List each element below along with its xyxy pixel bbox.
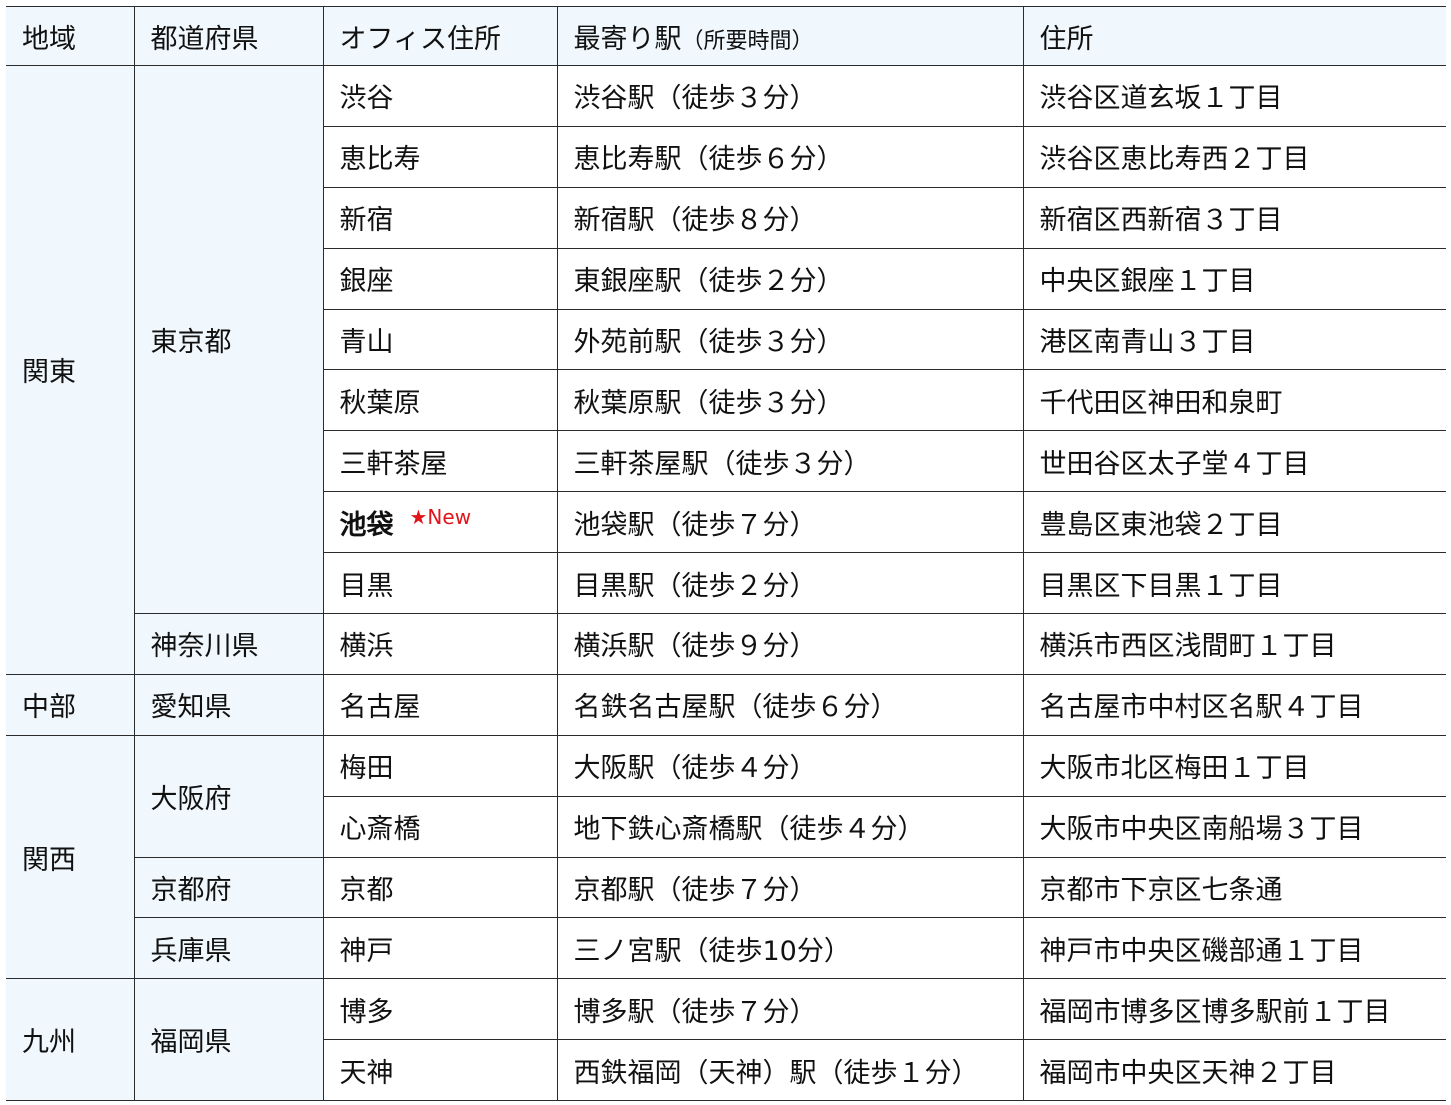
address-cell: 千代田区神田和泉町 (1022, 369, 1446, 432)
address-cell: 福岡市博多区博多駅前１丁目 (1022, 978, 1446, 1041)
table-row: 関西 大阪府 梅田 大阪駅（徒歩４分） 大阪市北区梅田１丁目 (6, 734, 1446, 980)
address-cell: 渋谷区恵比寿西２丁目 (1022, 125, 1446, 188)
station-cell: 横浜駅（徒歩９分） (556, 613, 1024, 675)
prefecture-cell-tokyo: 東京都 (133, 64, 324, 615)
office-cell: 新宿 (322, 186, 558, 249)
station-cell: 京都駅（徒歩７分） (556, 856, 1024, 919)
address-cell: 大阪市北区梅田１丁目 (1022, 734, 1446, 797)
office-cell: 梅田 (322, 734, 558, 797)
prefecture-cell-kanagawa: 神奈川県 (133, 613, 324, 675)
station-cell: 目黒駅（徒歩２分） (556, 552, 1024, 615)
region-cell-chubu: 中部 (6, 673, 135, 736)
office-name: 池袋 (339, 509, 394, 541)
office-cell: 恵比寿 (322, 125, 558, 188)
office-cell: 青山 (322, 308, 558, 371)
table-row: 中部 愛知県 名古屋 名鉄名古屋駅（徒歩６分） 名古屋市中村区名駅４丁目 (6, 673, 1446, 736)
office-cell: 目黒 (322, 552, 558, 615)
station-cell: 大阪駅（徒歩４分） (556, 734, 1024, 797)
office-cell: 横浜 (322, 613, 558, 675)
office-cell: 銀座 (322, 247, 558, 310)
station-cell: 地下鉄心斎橋駅（徒歩４分） (556, 795, 1024, 858)
region-cell-kanto: 関東 (6, 65, 135, 675)
header-station: 最寄り駅（所要時間） (556, 6, 1024, 66)
header-station-note: （所要時間） (681, 28, 814, 54)
station-cell: 東銀座駅（徒歩２分） (556, 247, 1024, 310)
header-region: 地域 (6, 6, 135, 66)
station-cell: 渋谷駅（徒歩３分） (556, 65, 1024, 127)
prefecture-cell-hyogo: 兵庫県 (133, 917, 324, 980)
table-row: 兵庫県 神戸 三ノ宮駅（徒歩10分） 神戸市中央区磯部通１丁目 (6, 917, 1446, 980)
office-cell: 京都 (322, 856, 558, 919)
address-cell: 世田谷区太子堂４丁目 (1022, 430, 1446, 493)
station-cell: 池袋駅（徒歩７分） (556, 491, 1024, 554)
address-cell: 豊島区東池袋２丁目 (1022, 491, 1446, 554)
office-cell: 博多 (322, 978, 558, 1041)
address-cell: 中央区銀座１丁目 (1022, 247, 1446, 310)
table-row: 関東 東京都 渋谷 渋谷駅（徒歩３分） 渋谷区道玄坂１丁目 (6, 64, 1446, 675)
table-row: 神奈川県 横浜 横浜駅（徒歩９分） 横浜市西区浅間町１丁目 (6, 613, 1446, 675)
header-prefecture: 都道府県 (133, 6, 324, 66)
address-cell: 港区南青山３丁目 (1022, 308, 1446, 371)
office-locations-table: 地域 都道府県 オフィス住所 最寄り駅（所要時間） 住所 関東 東京都 渋谷 渋… (6, 6, 1446, 1102)
header-address: 住所 (1022, 6, 1446, 66)
office-cell: 三軒茶屋 (322, 430, 558, 493)
station-cell: 恵比寿駅（徒歩６分） (556, 125, 1024, 188)
office-cell: 渋谷 (322, 65, 558, 127)
address-cell: 名古屋市中村区名駅４丁目 (1022, 673, 1446, 736)
station-cell: 名鉄名古屋駅（徒歩６分） (556, 673, 1024, 736)
address-cell: 横浜市西区浅間町１丁目 (1022, 613, 1446, 675)
table-row: 京都府 京都 京都駅（徒歩７分） 京都市下京区七条通 (6, 856, 1446, 919)
station-cell: 博多駅（徒歩７分） (556, 978, 1024, 1041)
address-cell: 目黒区下目黒１丁目 (1022, 552, 1446, 615)
station-cell: 秋葉原駅（徒歩３分） (556, 369, 1024, 432)
header-station-label: 最寄り駅 (573, 23, 682, 55)
station-cell: 三ノ宮駅（徒歩10分） (556, 917, 1024, 980)
station-cell: 外苑前駅（徒歩３分） (556, 308, 1024, 371)
office-cell: 心斎橋 (322, 795, 558, 858)
address-cell: 神戸市中央区磯部通１丁目 (1022, 917, 1446, 980)
address-cell: 大阪市中央区南船場３丁目 (1022, 795, 1446, 858)
header-row: 地域 都道府県 オフィス住所 最寄り駅（所要時間） 住所 (6, 6, 1446, 66)
new-badge: ★New (409, 504, 472, 529)
office-cell: 名古屋 (322, 673, 558, 736)
prefecture-cell-kyoto: 京都府 (133, 856, 324, 919)
region-cell-kyushu: 九州 (6, 978, 135, 1102)
station-cell: 新宿駅（徒歩８分） (556, 186, 1024, 249)
station-cell: 三軒茶屋駅（徒歩３分） (556, 430, 1024, 493)
address-cell: 福岡市中央区天神２丁目 (1022, 1039, 1446, 1102)
office-cell: 神戸 (322, 917, 558, 980)
address-cell: 渋谷区道玄坂１丁目 (1022, 65, 1446, 127)
office-cell: 秋葉原 (322, 369, 558, 432)
prefecture-cell-osaka: 大阪府 (133, 734, 324, 858)
address-cell: 京都市下京区七条通 (1022, 856, 1446, 919)
prefecture-cell-fukuoka: 福岡県 (133, 978, 324, 1102)
office-cell-ikebukuro: 池袋 ★New (322, 491, 558, 554)
table-row: 九州 福岡県 博多 博多駅（徒歩７分） 福岡市博多区博多駅前１丁目 (6, 978, 1446, 1102)
prefecture-cell-aichi: 愛知県 (133, 673, 324, 736)
station-cell: 西鉄福岡（天神）駅（徒歩１分） (556, 1039, 1024, 1102)
address-cell: 新宿区西新宿３丁目 (1022, 186, 1446, 249)
office-cell: 天神 (322, 1039, 558, 1102)
region-cell-kansai: 関西 (6, 734, 135, 980)
header-office: オフィス住所 (322, 6, 558, 66)
